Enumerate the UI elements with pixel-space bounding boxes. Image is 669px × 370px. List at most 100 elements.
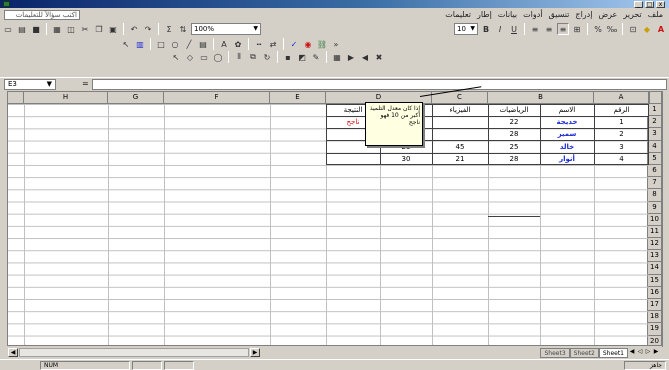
textbox-icon[interactable]: ▤ [197, 38, 209, 50]
row-header[interactable]: 1 [647, 104, 661, 117]
worksheet[interactable]: H G F E D C B A 1 2 3 4 5 6 7 8 9 10 11 … [7, 91, 662, 346]
column-header-g[interactable]: G [108, 92, 164, 104]
row-header[interactable]: 17 [647, 299, 661, 312]
paste-icon[interactable]: ▣ [107, 23, 119, 35]
name-box[interactable]: E3 ▼ [4, 79, 56, 90]
shadow-icon[interactable]: ▪ [282, 51, 294, 63]
close-button[interactable]: x [656, 0, 665, 8]
table-header-name[interactable]: الاسم [540, 104, 594, 116]
select-all-corner[interactable] [649, 92, 661, 104]
select-objects-icon[interactable]: ↖ [170, 51, 182, 63]
new-file-icon[interactable]: ▭ [2, 23, 14, 35]
table-cell[interactable]: أنوار [540, 153, 594, 165]
merge-center-icon[interactable]: ⊞ [571, 23, 583, 35]
align-left-icon[interactable]: ≡ [529, 23, 541, 35]
clipart-icon[interactable]: ✿ [232, 38, 244, 50]
column-header-b[interactable]: B [488, 92, 594, 104]
rectangle-icon[interactable]: □ [155, 38, 167, 50]
table-header-math[interactable]: الرياضيات [488, 104, 540, 116]
hyperlink-icon[interactable]: ⛓ [316, 38, 328, 50]
column-header-a[interactable]: A [594, 92, 649, 104]
arrow-icon[interactable]: ↖ [120, 38, 132, 50]
scroll-left-icon[interactable]: ◀ [8, 348, 18, 357]
row-header[interactable]: 10 [647, 213, 661, 226]
redo-icon[interactable]: ↷ [142, 23, 154, 35]
spelling-icon[interactable]: ✓ [288, 38, 300, 50]
undo-icon[interactable]: ↶ [128, 23, 140, 35]
column-header-c[interactable]: C [432, 92, 488, 104]
arrow-style-icon[interactable]: ⇄ [267, 38, 279, 50]
italic-icon[interactable]: I [494, 23, 506, 35]
menu-edit[interactable]: تحرير [623, 10, 641, 19]
table-cell[interactable]: 4 [594, 153, 649, 165]
rectangle-draw-icon[interactable]: ▭ [198, 51, 210, 63]
line-icon[interactable]: ╱ [183, 38, 195, 50]
table-header-physics[interactable]: الفيزياء [432, 104, 488, 116]
table-cell[interactable]: 25 [488, 141, 540, 153]
decimal-icon[interactable]: ‰ [606, 23, 618, 35]
formula-input[interactable] [92, 79, 667, 90]
print-preview-icon[interactable]: ◫ [65, 23, 77, 35]
group-icon[interactable]: ⧉ [247, 51, 259, 63]
row-header[interactable]: 9 [647, 201, 661, 214]
row-header[interactable]: 12 [647, 238, 661, 251]
table-cell[interactable]: 45 [432, 141, 488, 153]
research-icon[interactable]: ◉ [302, 38, 314, 50]
row-header[interactable]: 18 [647, 311, 661, 324]
menu-file[interactable]: ملف [648, 10, 663, 19]
align-objects-icon[interactable]: ⫴ [233, 51, 245, 63]
table-cell[interactable]: 3 [594, 141, 649, 153]
align-center-icon[interactable]: ≡ [543, 23, 555, 35]
minimize-button[interactable]: _ [634, 0, 643, 8]
cut-icon[interactable]: ✂ [79, 23, 91, 35]
sheet-tab-1[interactable]: Sheet1 [598, 347, 628, 358]
more-icon[interactable]: » [330, 38, 342, 50]
font-size-dropdown[interactable]: 10 ▼ [454, 23, 478, 35]
row-header[interactable]: 4 [647, 140, 661, 153]
borders-icon[interactable]: ⊡ [627, 23, 639, 35]
tab-nav-prev-icon[interactable]: ◁ [636, 348, 644, 357]
3d-icon[interactable]: ◩ [296, 51, 308, 63]
percent-icon[interactable]: % [592, 23, 604, 35]
column-header-h[interactable]: H [24, 92, 108, 104]
menu-view[interactable]: عرض [598, 10, 617, 19]
vertical-scrollbar[interactable] [662, 91, 669, 347]
table-cell[interactable]: 22 [488, 116, 540, 128]
tab-nav-next-icon[interactable]: ▷ [644, 348, 652, 357]
autoshapes-icon[interactable]: ◇ [184, 51, 196, 63]
row-header[interactable]: 7 [647, 177, 661, 190]
table-cell[interactable]: سمير [540, 128, 594, 140]
menu-help[interactable]: تعليمات [445, 10, 471, 19]
row-header[interactable]: 13 [647, 250, 661, 263]
row-header[interactable]: 5 [647, 152, 661, 165]
delete-comment-icon[interactable]: ✖ [373, 51, 385, 63]
open-folder-icon[interactable]: ▤ [16, 23, 28, 35]
row-header[interactable]: 14 [647, 262, 661, 275]
autosum-icon[interactable]: Σ [163, 23, 175, 35]
align-right-icon[interactable]: ≡ [557, 23, 569, 35]
row-header[interactable]: 19 [647, 323, 661, 336]
row-header[interactable]: 6 [647, 164, 661, 178]
sort-icon[interactable]: ⇅ [177, 23, 189, 35]
copy-icon[interactable]: ❐ [93, 23, 105, 35]
row-header[interactable]: 20 [647, 335, 661, 345]
chart-icon[interactable]: ▥ [134, 38, 146, 50]
row-header[interactable]: 2 [647, 116, 661, 129]
fill-color-icon[interactable]: ◆ [641, 23, 653, 35]
row-header[interactable]: 8 [647, 189, 661, 202]
menu-window[interactable]: إطار [477, 10, 492, 19]
tab-nav-last-icon[interactable]: ▶ [652, 348, 660, 357]
row-header[interactable]: 11 [647, 225, 661, 239]
horizontal-scrollbar[interactable] [19, 348, 249, 357]
column-header[interactable] [8, 92, 24, 104]
cell-grid[interactable]: الرقم الاسم الرياضيات الفيزياء العربية ا… [8, 104, 649, 345]
zoom-dropdown[interactable]: 100% ▼ [191, 23, 261, 35]
maximize-button[interactable]: □ [645, 0, 654, 8]
oval-icon[interactable]: ○ [169, 38, 181, 50]
oval-draw-icon[interactable]: ◯ [212, 51, 224, 63]
bold-icon[interactable]: B [480, 23, 492, 35]
row-header[interactable]: 3 [647, 128, 661, 141]
column-header-e[interactable]: E [270, 92, 326, 104]
save-icon[interactable]: ■ [30, 23, 42, 35]
scroll-right-icon[interactable]: ▶ [250, 348, 260, 357]
